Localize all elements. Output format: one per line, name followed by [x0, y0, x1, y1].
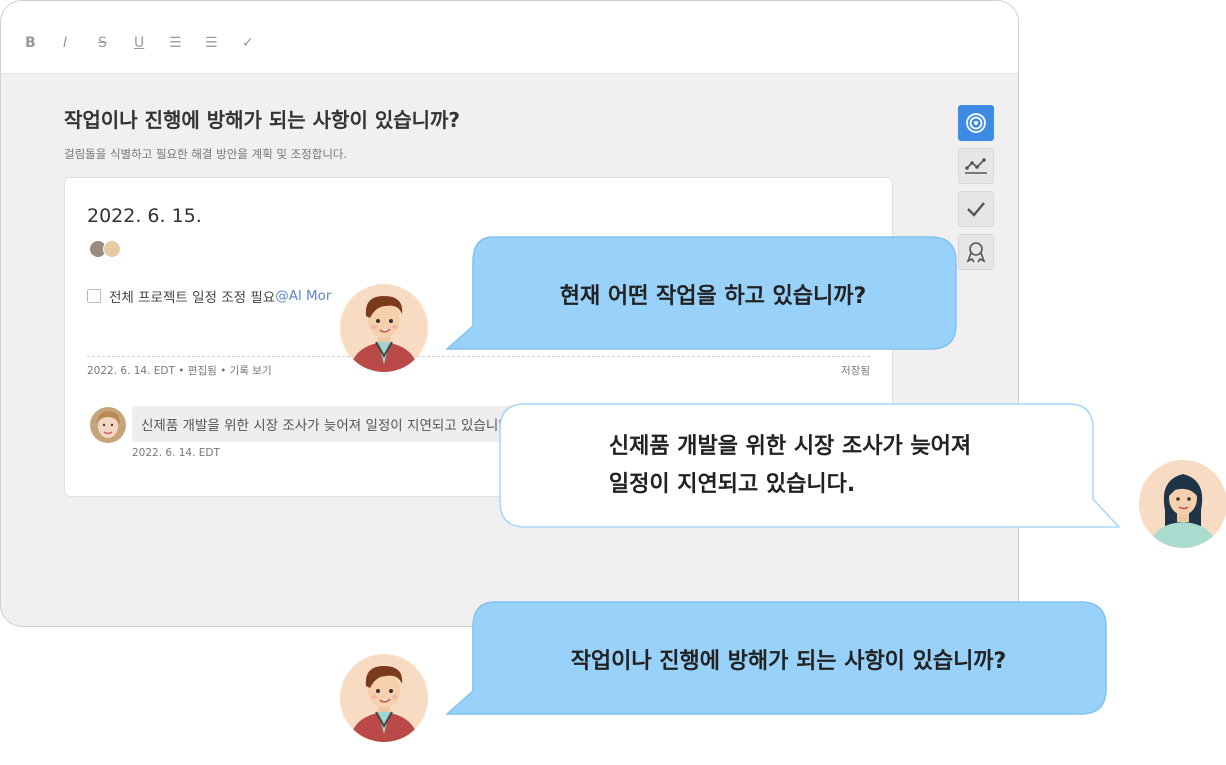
comment-text[interactable]: 신제품 개발을 위한 시장 조사가 늦어져 일정이 지연되고 있습니다. [132, 406, 532, 442]
goal-button[interactable] [958, 105, 994, 141]
speech-bubble-question-1: 현재 어떤 작업을 하고 있습니까? [445, 236, 957, 352]
comment-avatar[interactable] [90, 407, 126, 443]
italic-button[interactable]: I [63, 34, 67, 52]
strikethrough-button[interactable]: S [98, 34, 107, 52]
stage: B I S U ☰ ☰ ✓ 작업이나 진행에 방해가 되는 사항이 있습니까? … [0, 0, 1226, 765]
divider [87, 356, 870, 357]
bullet-list-button[interactable]: ☰ [169, 34, 182, 52]
entry-meta[interactable]: 2022. 6. 14. EDT • 편집됨 • 기록 보기 [87, 363, 272, 378]
award-icon [966, 242, 986, 263]
male-avatar [340, 284, 428, 372]
format-toolbar: B I S U ☰ ☰ ✓ [1, 1, 1018, 74]
bubble-text-1: 현재 어떤 작업을 하고 있습니까? [559, 284, 867, 309]
speech-bubble-question-2: 작업이나 진행에 방해가 되는 사항이 있습니까? [445, 601, 1108, 717]
participant-avatar[interactable] [103, 240, 121, 258]
saved-status: 저장됨 [841, 365, 870, 377]
task-checkbox[interactable] [87, 289, 101, 303]
task-item: 전체 프로젝트 일정 조정 필요 @Al Mor [87, 286, 331, 306]
underline-button[interactable]: U [134, 34, 144, 52]
checklist-button[interactable]: ✓ [242, 34, 254, 52]
done-button[interactable] [958, 191, 994, 227]
speech-bubble-answer: 신제품 개발을 위한 시장 조사가 늦어져 일정이 지연되고 있습니다. [499, 403, 1121, 529]
target-icon [966, 113, 986, 133]
comment-date: 2022. 6. 14. EDT [132, 447, 220, 459]
numbered-list-button[interactable]: ☰ [205, 34, 218, 52]
progress-button[interactable] [958, 148, 994, 184]
achievement-button[interactable] [958, 234, 994, 270]
male-avatar [340, 654, 428, 742]
question-title: 작업이나 진행에 방해가 되는 사항이 있습니까? [64, 108, 461, 132]
check-icon [967, 202, 985, 217]
bubble-text-2-line1: 신제품 개발을 위한 시장 조사가 늦어져 [608, 434, 972, 459]
bubble-text-2: 신제품 개발을 위한 시장 조사가 늦어져 일정이 지연되고 있습니다. [609, 428, 971, 504]
bubble-text-2-line2: 일정이 지연되고 있습니다. [608, 472, 856, 497]
chart-line-icon [965, 158, 987, 174]
female-avatar [1139, 460, 1226, 548]
task-mention[interactable]: @Al Mor [275, 288, 331, 304]
bold-button[interactable]: B [25, 34, 36, 52]
task-text[interactable]: 전체 프로젝트 일정 조정 필요 [109, 286, 275, 306]
question-subtitle: 걸림돌을 식별하고 필요한 해결 방안을 계획 및 조정합니다. [64, 147, 348, 161]
side-rail [958, 105, 994, 277]
bubble-text-3: 작업이나 진행에 방해가 되는 사항이 있습니까? [570, 649, 1007, 674]
entry-date: 2022. 6. 15. [87, 205, 202, 227]
